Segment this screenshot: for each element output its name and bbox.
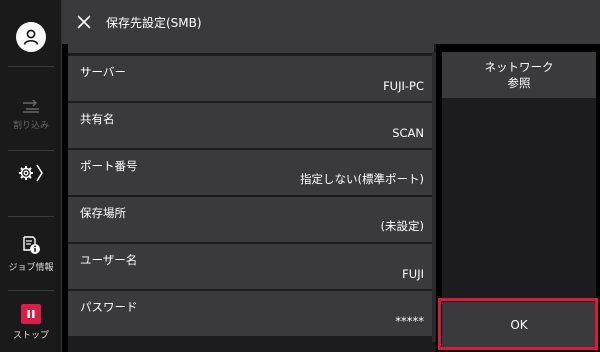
network-browse-button[interactable]: ネットワーク 参照 <box>442 52 596 98</box>
settings-button[interactable] <box>0 162 62 184</box>
ok-highlight-frame <box>438 298 598 350</box>
side-rail: 割り込み ジョブ情報 ストップ <box>0 0 62 352</box>
chevron-right-icon <box>36 164 43 182</box>
row-value: ***** <box>395 314 424 328</box>
list-item-partial[interactable] <box>68 44 434 54</box>
row-label: 共有名 <box>80 112 115 126</box>
job-info-button[interactable]: ジョブ情報 <box>0 234 62 273</box>
scrollbar[interactable] <box>432 52 436 342</box>
row-label: サーバー <box>80 65 126 79</box>
row-label: ポート番号 <box>80 159 138 173</box>
row-server[interactable]: サーバー FUJI-PC <box>68 56 434 102</box>
row-label: 保存場所 <box>80 206 126 220</box>
page-title: 保存先設定(SMB) <box>106 15 202 30</box>
network-browse-label-1: ネットワーク <box>484 60 554 74</box>
stop-label: ストップ <box>12 331 49 341</box>
row-share-name[interactable]: 共有名 SCAN <box>68 103 434 149</box>
user-icon <box>16 22 46 52</box>
row-user-name[interactable]: ユーザー名 FUJI <box>68 244 434 290</box>
row-value: (未設定) <box>380 219 424 233</box>
row-value: SCAN <box>392 126 424 140</box>
row-password[interactable]: パスワード ***** <box>68 291 434 337</box>
close-button[interactable] <box>62 0 106 44</box>
stop-button[interactable]: ストップ <box>0 304 62 341</box>
row-value: FUJI <box>402 267 424 281</box>
close-icon <box>77 15 91 29</box>
row-port-number[interactable]: ポート番号 指定しない(標準ポート) <box>68 150 434 196</box>
row-save-location[interactable]: 保存場所 (未設定) <box>68 197 434 243</box>
user-button[interactable] <box>0 22 62 52</box>
row-value: 指定しない(標準ポート) <box>300 172 424 186</box>
gear-icon <box>19 164 43 182</box>
network-browse-label-2: 参照 <box>507 76 531 90</box>
interrupt-label: 割り込み <box>12 121 49 131</box>
row-value: FUJI-PC <box>383 79 424 93</box>
interrupt-button[interactable]: 割り込み <box>0 98 62 131</box>
stop-icon <box>21 304 41 324</box>
row-label: パスワード <box>80 300 138 314</box>
row-label: ユーザー名 <box>80 253 138 267</box>
job-info-label: ジョブ情報 <box>8 263 54 273</box>
job-info-icon <box>23 236 40 254</box>
settings-list[interactable]: サーバー FUJI-PC 共有名 SCAN ポート番号 指定しない(標準ポート)… <box>68 44 436 352</box>
header-bar: 保存先設定(SMB) <box>62 0 600 44</box>
interrupt-icon <box>23 99 39 113</box>
